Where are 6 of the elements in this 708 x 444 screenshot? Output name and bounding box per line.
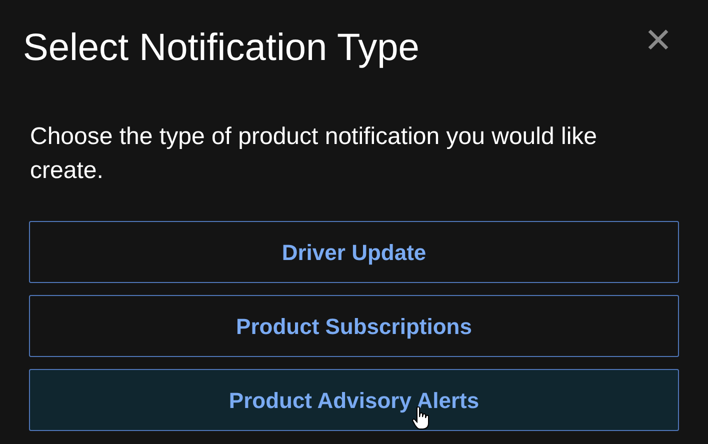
description: Choose the type of product notification you would like create. [29, 122, 598, 186]
dialog-title: Select Notification Type [23, 26, 420, 71]
option-button[interactable]: Product Advisory Alerts [29, 369, 679, 431]
option-button[interactable]: Product Subscriptions [29, 295, 679, 357]
option-button[interactable]: Driver Update [29, 221, 679, 283]
close-button[interactable]: ✕ [644, 24, 672, 58]
